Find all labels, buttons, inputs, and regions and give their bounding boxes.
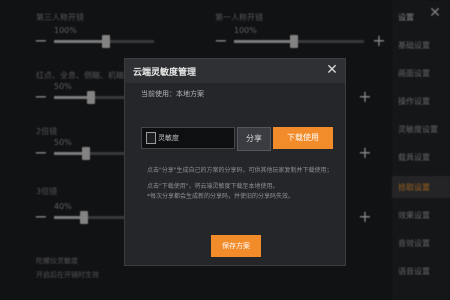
current-scheme-label: 当前使用：本地方案 bbox=[141, 90, 204, 98]
document-icon bbox=[146, 132, 156, 144]
description-line: 点击"下载使用"，将云端灵敏度下载至本地使用。 bbox=[147, 183, 279, 190]
share-button[interactable]: 分享 bbox=[237, 127, 271, 151]
dialog-title: 云端灵敏度管理 bbox=[133, 68, 197, 78]
cloud-sensitivity-dialog: 云端灵敏度管理 ✕ 当前使用：本地方案 灵敏度 分享 下载使用 点击"分享"生成… bbox=[124, 58, 346, 266]
download-button[interactable]: 下载使用 bbox=[273, 127, 333, 149]
dialog-header: 云端灵敏度管理 ✕ bbox=[125, 59, 345, 83]
description-line: *每次分享都会生成新的分享码，并使旧的分享码失效。 bbox=[147, 193, 295, 200]
close-icon[interactable]: ✕ bbox=[325, 63, 339, 77]
share-code-field[interactable]: 灵敏度 bbox=[141, 127, 235, 149]
share-code-value: 灵敏度 bbox=[158, 134, 179, 142]
save-scheme-button[interactable]: 保存方案 bbox=[211, 235, 261, 257]
description-line: 点击"分享"生成自己的方案的分享码，可供其他玩家复制并下载使用； bbox=[147, 167, 333, 174]
